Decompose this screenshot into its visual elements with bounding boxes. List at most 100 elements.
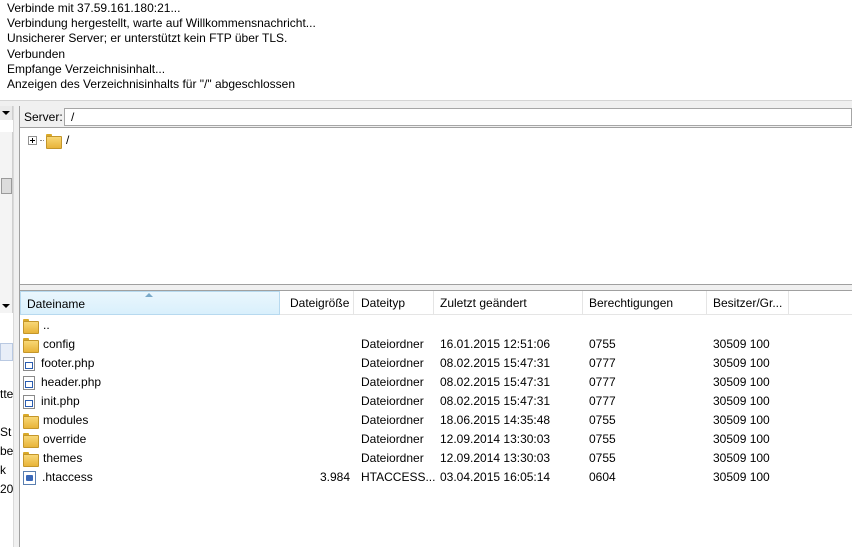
file-type: Dateiordner [361,432,424,446]
file-row[interactable]: init.php Dateiordner 08.02.2015 15:47:31… [20,392,852,411]
column-header-size[interactable]: Dateigröße [284,291,354,315]
sort-ascending-icon [145,293,153,297]
column-header-label: Dateityp [361,296,406,310]
remote-path-input[interactable]: / [64,108,852,126]
remote-path-label: Server: [24,110,63,124]
php-file-icon [23,356,35,371]
chevron-down-icon [2,111,10,115]
file-name-cell: init.php [23,392,278,411]
file-row[interactable]: modules Dateiordner 18.06.2015 14:35:48 … [20,411,852,430]
column-header-label: Dateigröße [290,296,350,310]
php-file-icon [23,375,35,390]
file-list-header: Dateiname Dateigröße Dateityp Zuletzt ge… [20,291,852,315]
file-row[interactable]: themes Dateiordner 12.09.2014 13:30:03 0… [20,449,852,468]
file-row[interactable]: config Dateiordner 16.01.2015 12:51:06 0… [20,335,852,354]
file-modified: 18.06.2015 14:35:48 [440,413,551,427]
folder-icon [23,452,39,467]
file-owner: 30509 100 [713,413,770,427]
file-name-cell: .htaccess [23,468,278,487]
file-name: config [43,337,76,351]
file-owner: 30509 100 [713,432,770,446]
file-name: header.php [41,375,102,389]
tree-list-splitter[interactable] [20,284,852,291]
tree-connector [40,139,44,141]
file-name-cell: override [23,430,278,449]
log-line: Verbinde mit 37.59.161.180:21... [7,1,181,15]
file-name-cell: modules [23,411,278,430]
local-text-fragment: k [0,463,6,477]
file-name: .htaccess [42,470,93,484]
log-line: Anzeigen des Verzeichnisinhalts für "/" … [7,76,296,91]
remote-file-list[interactable]: Dateiname Dateigröße Dateityp Zuletzt ge… [20,291,852,547]
file-name: modules [43,413,89,427]
file-owner: 30509 100 [713,375,770,389]
file-modified: 08.02.2015 15:47:31 [440,394,551,408]
local-path-dropdown[interactable] [0,106,13,120]
message-log[interactable]: Verbinde mit 37.59.161.180:21... Verbind… [0,0,852,100]
file-permissions: 0777 [589,356,616,370]
column-header-owner[interactable]: Besitzer/Gr... [707,291,789,315]
remote-directory-tree[interactable]: / [20,128,852,284]
file-modified: 08.02.2015 15:47:31 [440,375,551,389]
file-name: override [43,432,87,446]
column-header-name[interactable]: Dateiname [20,291,280,315]
folder-icon [23,433,39,448]
file-name-cell: themes [23,449,278,468]
local-text-fragment: 200 [0,482,14,496]
file-row[interactable]: override Dateiordner 12.09.2014 13:30:03… [20,430,852,449]
file-permissions: 0777 [589,394,616,408]
column-header-permissions[interactable]: Berechtigungen [583,291,707,315]
file-owner: 30509 100 [713,356,770,370]
local-text-fragment: be [0,444,14,458]
log-line: Empfange Verzeichnisinhalt... [7,61,166,76]
file-name-cell: config [23,335,278,354]
column-header-label: Berechtigungen [589,296,674,310]
file-permissions: 0755 [589,337,616,351]
file-row[interactable]: .htaccess 3.984 HTACCESS... 03.04.2015 1… [20,468,852,487]
tree-node-label: / [66,133,70,147]
file-owner: 30509 100 [713,394,770,408]
log-line: Verbindung hergestellt, warte auf Willko… [7,16,316,31]
file-type: Dateiordner [361,375,424,389]
htaccess-file-icon [23,470,36,485]
file-name: themes [43,451,83,465]
php-file-icon [23,394,35,409]
file-type: Dateiordner [361,356,424,370]
file-name-cell: footer.php [23,354,278,373]
file-size: 3.984 [319,470,350,484]
local-text-fragment: St [0,425,12,439]
file-name: init.php [41,394,80,408]
file-row-parent[interactable]: .. [20,316,852,335]
file-owner: 30509 100 [713,337,770,351]
file-row[interactable]: footer.php Dateiordner 08.02.2015 15:47:… [20,354,852,373]
local-tree-scrollbar[interactable] [0,132,13,302]
column-header-modified[interactable]: Zuletzt geändert [434,291,583,315]
file-name: footer.php [41,356,95,370]
scrollbar-thumb[interactable] [1,178,12,194]
file-row[interactable]: header.php Dateiordner 08.02.2015 15:47:… [20,373,852,392]
local-list-item[interactable] [0,343,13,361]
tree-node-root[interactable]: / [28,132,70,149]
file-permissions: 0604 [589,470,616,484]
chevron-down-icon [2,304,10,308]
scroll-down-button[interactable] [0,299,13,313]
file-type: Dateiordner [361,451,424,465]
file-permissions: 0755 [589,413,616,427]
file-modified: 12.09.2014 13:30:03 [440,432,551,446]
remote-path-bar: Server: / [20,106,852,128]
file-permissions: 0755 [589,432,616,446]
file-type: Dateiordner [361,394,424,408]
file-name: .. [43,318,50,332]
local-text-fragment: tte [0,387,14,401]
file-name-cell: .. [23,316,278,335]
folder-icon [23,338,39,353]
column-header-label: Dateiname [27,297,86,311]
pane-splitter[interactable] [13,106,20,547]
column-header-type[interactable]: Dateityp [355,291,434,315]
expand-icon[interactable] [28,135,37,145]
file-type: Dateiordner [361,413,424,427]
file-owner: 30509 100 [713,470,770,484]
file-modified: 03.04.2015 16:05:14 [440,470,551,484]
file-permissions: 0777 [589,375,616,389]
file-name-cell: header.php [23,373,278,392]
